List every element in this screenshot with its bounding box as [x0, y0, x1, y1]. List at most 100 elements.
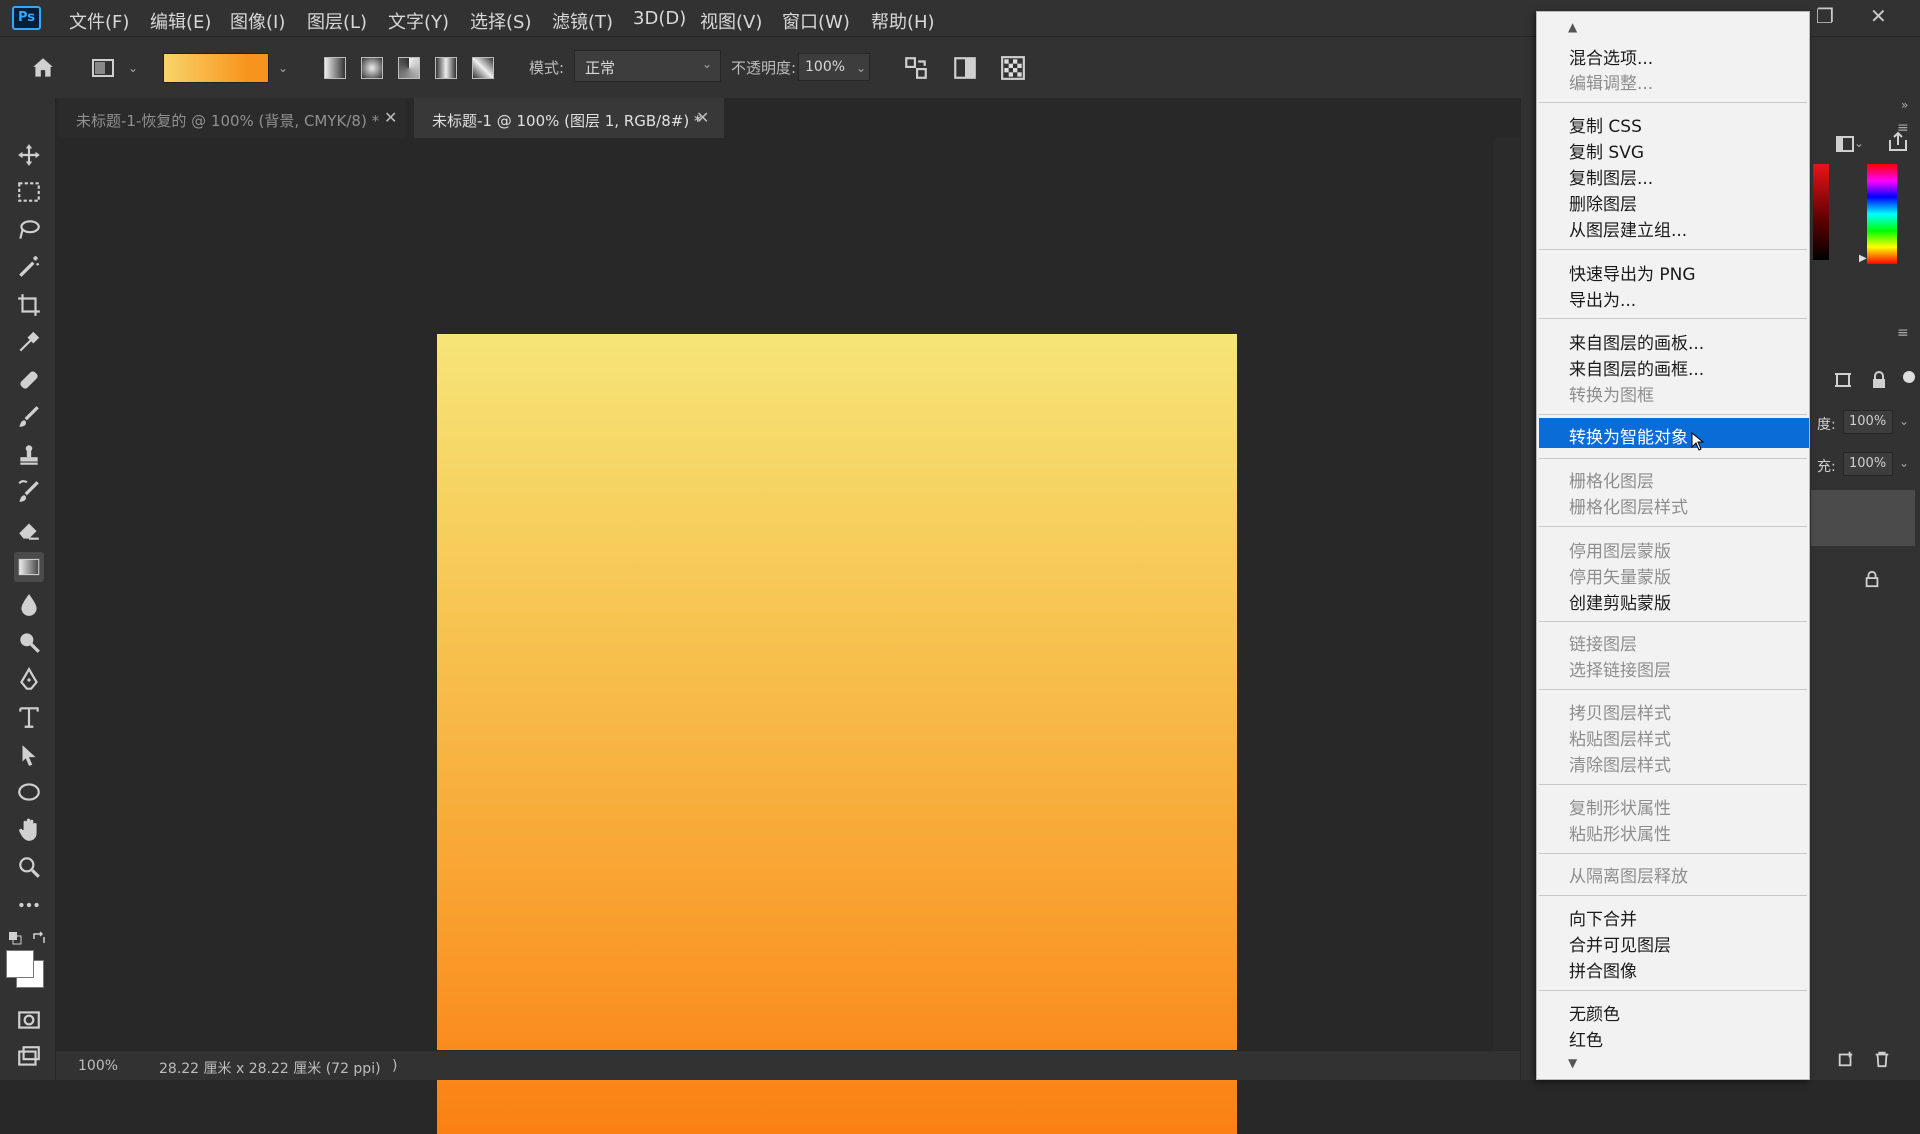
layer-row-selected[interactable] — [1811, 490, 1915, 546]
panel-menu-icon[interactable]: ≡ — [1897, 325, 1909, 341]
menu-filter[interactable]: 滤镜(T) — [552, 8, 613, 34]
chevron-down-icon[interactable]: ⌄ — [1899, 456, 1909, 470]
screen-mode-icon[interactable] — [14, 1042, 44, 1072]
eyedropper-tool-icon[interactable] — [14, 327, 44, 357]
status-expand-icon[interactable]: ) — [392, 1058, 397, 1074]
magic-wand-tool-icon[interactable] — [14, 252, 44, 282]
artboard-icon[interactable] — [1833, 370, 1853, 390]
menu-item-create-clipping-mask[interactable]: 创建剪贴蒙版 — [1569, 589, 1671, 614]
brush-tool-icon[interactable] — [14, 402, 44, 432]
zoom-level[interactable]: 100% — [78, 1058, 118, 1074]
menu-edit[interactable]: 编辑(E) — [150, 8, 211, 34]
menu-item-quick-export-png[interactable]: 快速导出为 PNG — [1569, 260, 1696, 285]
menu-image[interactable]: 图像(I) — [230, 8, 285, 34]
move-tool-icon[interactable] — [14, 140, 44, 170]
default-colors-icon[interactable] — [8, 930, 22, 945]
path-selection-tool-icon[interactable] — [14, 740, 44, 770]
clone-stamp-tool-icon[interactable] — [14, 440, 44, 470]
close-window-icon[interactable]: ✕ — [1870, 4, 1887, 28]
menu-item-delete-layer[interactable]: 删除图层 — [1569, 190, 1637, 215]
menu-view[interactable]: 视图(V) — [700, 8, 762, 34]
menu-item-copy-svg[interactable]: 复制 SVG — [1569, 138, 1644, 163]
menu-item-frame-from-layers[interactable]: 来自图层的画框... — [1569, 355, 1704, 380]
menu-window[interactable]: 窗口(W) — [782, 8, 850, 34]
menu-help[interactable]: 帮助(H) — [871, 8, 935, 34]
diamond-gradient-icon[interactable] — [472, 57, 494, 79]
new-layer-icon[interactable] — [1837, 1050, 1855, 1068]
history-brush-tool-icon[interactable] — [14, 477, 44, 507]
menu-item-duplicate-layer[interactable]: 复制图层... — [1569, 164, 1653, 189]
menu-item-red[interactable]: 红色 — [1569, 1026, 1603, 1051]
menu-item-artboard-from-layers[interactable]: 来自图层的画板... — [1569, 329, 1704, 354]
gradient-tool-icon[interactable] — [14, 552, 44, 582]
dodge-tool-icon[interactable] — [14, 627, 44, 657]
menu-3d[interactable]: 3D(D) — [633, 8, 686, 29]
hue-slider[interactable] — [1867, 164, 1897, 264]
tool-preset-icon[interactable] — [91, 56, 117, 82]
menu-item-blending-options[interactable]: 混合选项... — [1569, 44, 1653, 69]
menu-item-convert-to-smart-object[interactable]: 转换为智能对象 — [1569, 423, 1688, 448]
swap-colors-icon[interactable] — [32, 930, 46, 944]
chevron-down-icon[interactable]: ⌄ — [856, 61, 866, 75]
menu-type[interactable]: 文字(Y) — [388, 8, 449, 34]
dither-icon[interactable] — [952, 55, 978, 81]
blur-tool-icon[interactable] — [14, 590, 44, 620]
reflected-gradient-icon[interactable] — [435, 57, 457, 79]
menu-layer[interactable]: 图层(L) — [307, 8, 367, 34]
photoshop-logo[interactable]: Ps — [12, 6, 41, 30]
close-icon[interactable]: ✕ — [384, 108, 397, 127]
zoom-tool-icon[interactable] — [14, 852, 44, 882]
menu-item-flatten-image[interactable]: 拼合图像 — [1569, 957, 1637, 982]
canvas-area[interactable] — [60, 138, 1520, 1134]
panel-menu-icon[interactable]: ≡ — [1897, 120, 1909, 136]
healing-brush-tool-icon[interactable] — [14, 365, 44, 395]
angle-gradient-icon[interactable] — [398, 57, 420, 79]
delete-layer-icon[interactable] — [1873, 1050, 1891, 1068]
menu-item-group-from-layers[interactable]: 从图层建立组... — [1569, 216, 1687, 241]
menu-item-no-color[interactable]: 无颜色 — [1569, 1000, 1620, 1025]
eraser-tool-icon[interactable] — [14, 515, 44, 545]
tab-document-recovered[interactable]: 未标题-1-恢复的 @ 100% (背景, CMYK/8) * ✕ — [58, 98, 406, 138]
menu-select[interactable]: 选择(S) — [470, 8, 531, 34]
mode-select[interactable]: 正常 ⌄ — [574, 50, 721, 82]
chevron-down-icon[interactable]: ⌄ — [128, 61, 138, 75]
layer-fill-field[interactable]: 100% — [1843, 452, 1893, 476]
crop-tool-icon[interactable] — [14, 290, 44, 320]
transparency-icon[interactable] — [1000, 55, 1026, 81]
more-tools-icon[interactable] — [14, 890, 44, 920]
linear-gradient-icon[interactable] — [324, 57, 346, 79]
vertical-scrollbar[interactable] — [1492, 138, 1520, 1050]
pen-tool-icon[interactable] — [14, 665, 44, 695]
type-tool-icon[interactable] — [14, 702, 44, 732]
lock-all-icon[interactable] — [1903, 371, 1915, 383]
menu-file[interactable]: 文件(F) — [69, 8, 129, 34]
marquee-tool-icon[interactable] — [14, 177, 44, 207]
chevron-down-icon[interactable]: ⌄ — [278, 61, 288, 75]
hue-slider-handle-icon[interactable]: ▶ — [1859, 253, 1867, 264]
ellipse-tool-icon[interactable] — [14, 777, 44, 807]
gradient-artwork[interactable] — [437, 334, 1237, 1134]
chevron-down-icon[interactable]: ⌄ — [1899, 414, 1909, 428]
radial-gradient-icon[interactable] — [361, 57, 383, 79]
scroll-up-icon[interactable]: ▲ — [1568, 20, 1577, 34]
layer-opacity-field[interactable]: 100% — [1843, 410, 1893, 434]
restore-window-icon[interactable]: ❐ — [1816, 4, 1834, 28]
reverse-icon[interactable] — [903, 55, 929, 81]
workspace-icon[interactable] — [1835, 134, 1855, 154]
menu-item-merge-visible[interactable]: 合并可见图层 — [1569, 931, 1671, 956]
collapse-panels-icon[interactable]: » — [1901, 98, 1908, 112]
menu-item-merge-down[interactable]: 向下合并 — [1569, 905, 1637, 930]
hand-tool-icon[interactable] — [14, 815, 44, 845]
tab-document-active[interactable]: 未标题-1 @ 100% (图层 1, RGB/8#) * ✕ — [414, 98, 724, 138]
scroll-down-icon[interactable]: ▼ — [1568, 1056, 1577, 1070]
menu-item-export-as[interactable]: 导出为... — [1569, 286, 1636, 311]
menu-item-copy-css[interactable]: 复制 CSS — [1569, 112, 1642, 137]
color-field[interactable] — [1813, 164, 1829, 260]
gradient-picker[interactable] — [163, 53, 269, 83]
quick-mask-icon[interactable] — [14, 1005, 44, 1035]
home-icon[interactable] — [30, 55, 56, 81]
close-icon[interactable]: ✕ — [696, 108, 709, 127]
foreground-color-swatch[interactable] — [6, 950, 34, 978]
chevron-down-icon[interactable]: ⌄ — [1854, 136, 1864, 150]
lock-icon[interactable] — [1869, 370, 1889, 390]
